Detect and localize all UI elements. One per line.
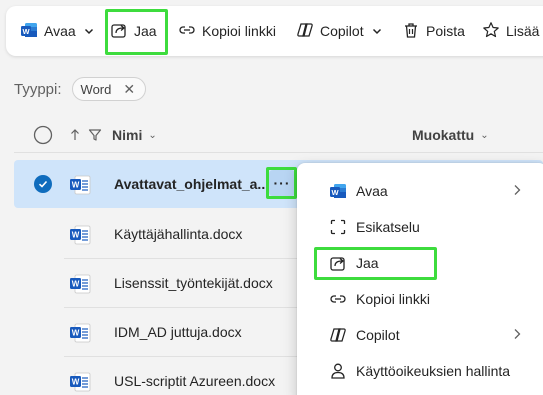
modified-column-label: Muokattu xyxy=(412,127,475,143)
type-filter-label: Tyyppi: xyxy=(14,80,62,98)
copilot-icon xyxy=(296,21,314,42)
word-file-icon: W xyxy=(69,321,93,350)
copy-link-label: Kopioi linkki xyxy=(202,23,276,39)
chevron-right-icon xyxy=(513,328,521,343)
link-icon xyxy=(178,21,196,42)
share-button[interactable]: Jaa xyxy=(110,6,157,56)
name-column-label: Nimi xyxy=(112,127,143,143)
share-button-label: Jaa xyxy=(134,23,157,39)
command-bar: W Avaa Jaa Kopioi linkki Copilot Poista … xyxy=(0,0,543,64)
delete-button[interactable]: Poista xyxy=(402,6,465,56)
menu-item-label: Copilot xyxy=(356,327,400,343)
word-icon: W xyxy=(20,21,38,42)
word-filter-chip[interactable]: Word ✕ xyxy=(71,77,147,101)
file-name[interactable]: IDM_AD juttuja.docx xyxy=(114,308,242,356)
add-button[interactable]: Lisää s xyxy=(482,6,543,56)
svg-text:W: W xyxy=(22,27,30,36)
file-name[interactable]: Lisenssit_työntekijät.docx xyxy=(114,259,273,307)
chevron-right-icon xyxy=(513,184,521,199)
person-key-icon xyxy=(329,362,347,380)
row-checkbox[interactable] xyxy=(34,175,52,193)
menu-item-label: Kopioi linkki xyxy=(356,291,430,307)
menu-item-copy-link[interactable]: Kopioi linkki xyxy=(301,281,537,317)
menu-item-manage-access[interactable]: Käyttöoikeuksien hallinta xyxy=(301,353,537,389)
chip-label: Word xyxy=(80,81,112,97)
close-icon[interactable]: ✕ xyxy=(123,81,135,98)
svg-text:W: W xyxy=(72,181,80,190)
menu-item-open[interactable]: W Avaa xyxy=(301,173,537,209)
file-name[interactable]: Käyttäjähallinta.docx xyxy=(114,210,242,258)
menu-item-label: Esikatselu xyxy=(356,219,420,235)
filter-funnel-icon[interactable] xyxy=(88,128,102,147)
menu-item-preview[interactable]: Esikatselu xyxy=(301,209,537,245)
share-icon xyxy=(110,21,128,42)
menu-item-copilot[interactable]: Copilot xyxy=(301,317,537,353)
word-icon: W xyxy=(329,182,347,200)
svg-text:W: W xyxy=(72,280,80,289)
header-divider xyxy=(14,152,543,153)
copilot-label: Copilot xyxy=(320,23,364,39)
menu-item-label: Jaa xyxy=(356,255,379,271)
chevron-down-icon xyxy=(372,23,382,39)
command-bar-panel: W Avaa Jaa Kopioi linkki Copilot Poista … xyxy=(6,6,543,56)
open-button-label: Avaa xyxy=(44,23,76,39)
filter-row: Tyyppi: Word ✕ xyxy=(14,76,147,102)
menu-item-share[interactable]: Jaa xyxy=(301,245,537,281)
sort-up-icon[interactable] xyxy=(70,128,80,147)
chevron-down-icon xyxy=(84,23,94,39)
svg-text:W: W xyxy=(72,378,80,387)
file-name[interactable]: USL-scriptit Azureen.docx xyxy=(114,357,275,395)
copilot-button[interactable]: Copilot xyxy=(296,6,382,56)
file-name[interactable]: Avattavat_ohjelmat_a... xyxy=(114,160,269,208)
delete-label: Poista xyxy=(426,23,465,39)
menu-item-label: Käyttöoikeuksien hallinta xyxy=(356,363,511,379)
modified-column-header[interactable]: Muokattu ⌄ xyxy=(412,127,489,143)
word-file-icon: W xyxy=(69,223,93,252)
chevron-down-icon: ⌄ xyxy=(480,129,489,141)
preview-icon xyxy=(329,218,347,236)
add-label: Lisää s xyxy=(506,23,543,39)
chevron-down-icon: ⌄ xyxy=(148,129,157,141)
star-icon xyxy=(482,21,500,42)
link-icon xyxy=(329,290,347,308)
word-file-icon: W xyxy=(69,272,93,301)
svg-text:W: W xyxy=(331,188,339,197)
svg-text:W: W xyxy=(72,231,80,240)
open-button[interactable]: W Avaa xyxy=(20,6,94,56)
svg-text:W: W xyxy=(72,329,80,338)
share-icon xyxy=(329,254,347,272)
word-file-icon: W xyxy=(69,370,93,395)
copy-link-button[interactable]: Kopioi linkki xyxy=(178,6,276,56)
name-column-header[interactable]: Nimi ⌄ xyxy=(112,127,157,143)
list-header: Nimi ⌄ Muokattu ⌄ xyxy=(14,118,543,152)
more-options-button[interactable]: ··· xyxy=(269,170,295,196)
copilot-icon xyxy=(329,326,347,344)
trash-icon xyxy=(402,21,420,42)
select-all-checkbox[interactable] xyxy=(33,125,53,150)
context-menu: W Avaa Esikatselu Jaa Kopioi linkki Copi… xyxy=(297,163,543,395)
word-file-icon: W xyxy=(69,173,93,202)
menu-item-label: Avaa xyxy=(356,183,388,199)
